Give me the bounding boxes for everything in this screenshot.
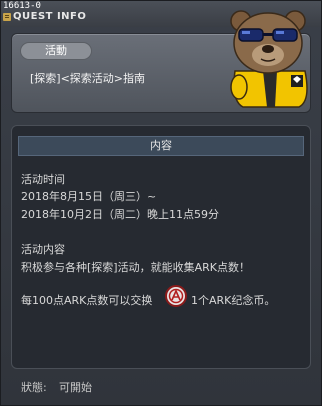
window-title: QUEST INFO bbox=[13, 11, 87, 22]
category-badge: 活動 bbox=[20, 42, 92, 60]
content-header: 内容 bbox=[18, 136, 304, 156]
bear-mascot bbox=[230, 10, 308, 108]
event-details-label: 活动内容 bbox=[21, 243, 65, 256]
event-time-start: 2018年8月15日（周三）~ bbox=[21, 190, 157, 203]
event-time-end: 2018年10月2日（周二）晚上11点59分 bbox=[21, 208, 219, 221]
event-time-label: 活动时间 bbox=[21, 173, 65, 186]
status-value: 可開始 bbox=[59, 381, 92, 394]
ark-coin-icon bbox=[165, 285, 187, 307]
exchange-text-after: 1个ARK纪念币。 bbox=[191, 294, 276, 307]
quest-id: 16613-0 bbox=[3, 1, 41, 11]
event-details-text: 积极参与各种[探索]活动，就能收集ARK点数！ bbox=[21, 261, 250, 274]
quest-name: [探索]<探索活动>指南 bbox=[30, 72, 146, 85]
exchange-text-before: 每100点ARK点数可以交换 bbox=[21, 294, 153, 307]
quest-scroll-icon bbox=[3, 13, 11, 21]
quest-info-window: 16613-0 QUEST INFO 活動 [探索]<探索活动>指南 内容 活动… bbox=[0, 0, 322, 406]
status-label: 狀態: bbox=[21, 381, 47, 394]
